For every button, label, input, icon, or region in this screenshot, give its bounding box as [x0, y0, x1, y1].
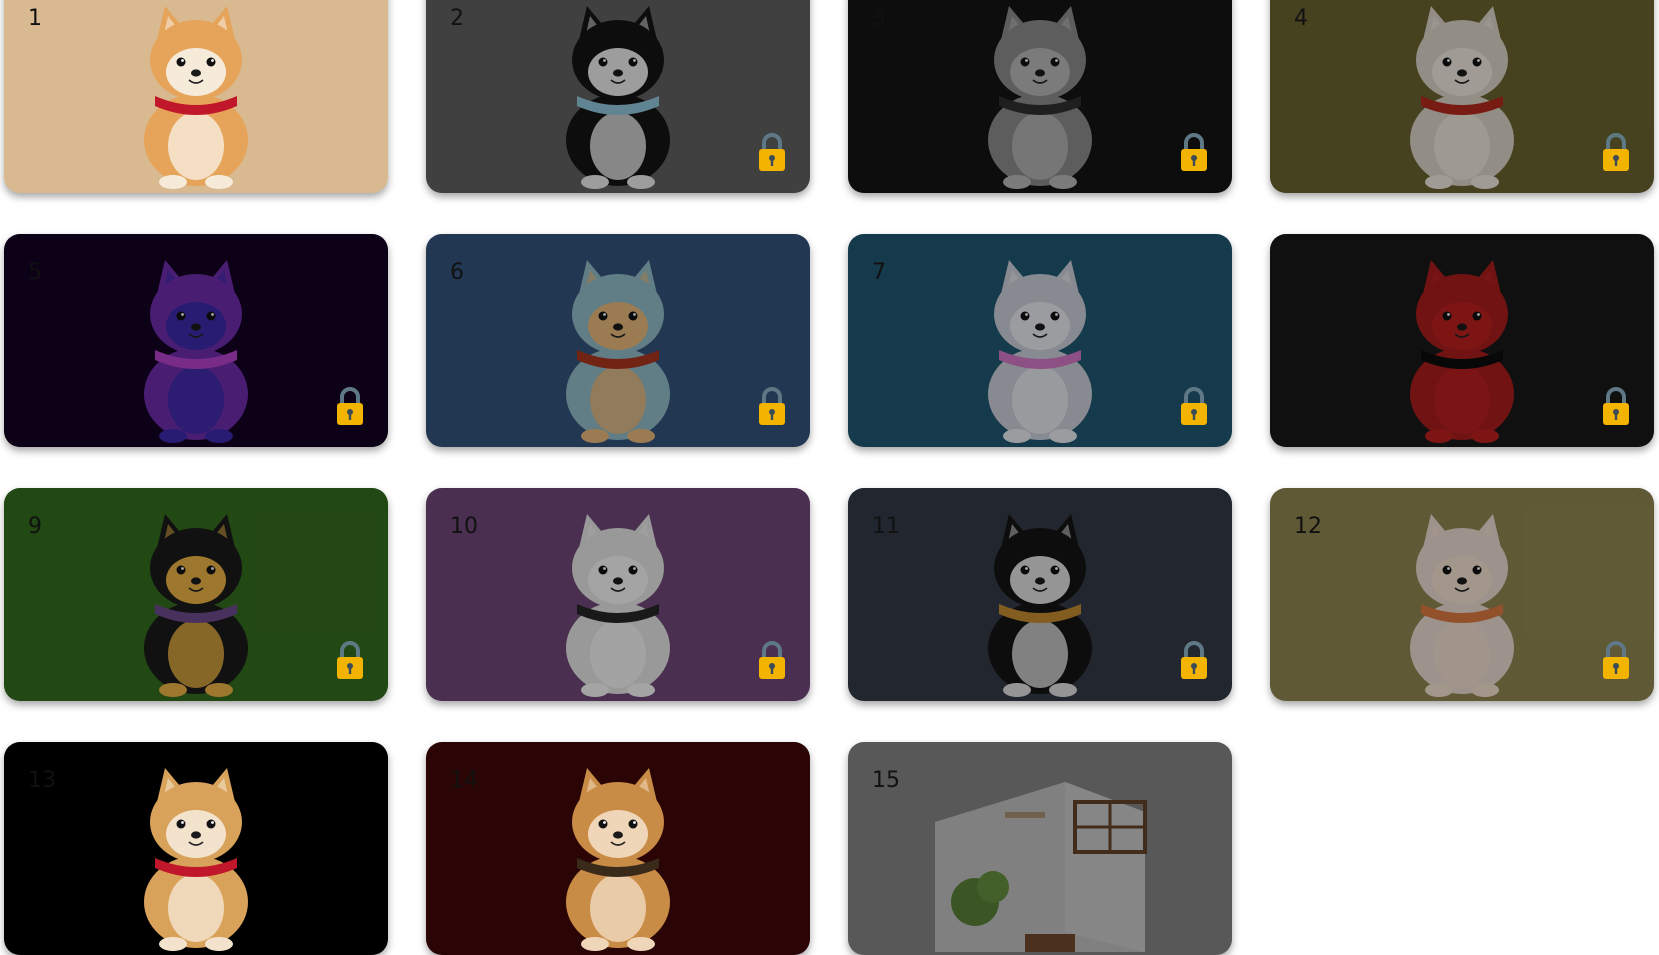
skin-card-10[interactable]: 10	[426, 488, 810, 701]
skin-card-number: 2	[450, 6, 464, 31]
skin-card-number: 6	[450, 260, 464, 285]
skin-card-2[interactable]: 2	[426, 0, 810, 193]
skin-card-12[interactable]: 12	[1270, 488, 1654, 701]
dog-figure-image	[975, 254, 1105, 444]
dog-figure-image	[553, 0, 683, 190]
dog-figure-image	[131, 254, 261, 444]
skin-card-number: 14	[450, 768, 478, 793]
skin-card-6[interactable]: 6	[426, 234, 810, 447]
skin-grid: 1 2 3 4 5 6 7 8 9 10 11 12 13 14 15	[4, 0, 1654, 955]
lock-icon	[756, 131, 788, 173]
dog-figure-image	[553, 762, 683, 952]
lock-icon	[334, 385, 366, 427]
lock-icon	[1178, 131, 1210, 173]
lock-icon	[1600, 131, 1632, 173]
lock-icon	[1178, 385, 1210, 427]
skin-card-5[interactable]: 5	[4, 234, 388, 447]
skin-card-number: 15	[872, 768, 900, 793]
skin-card-number: 7	[872, 260, 886, 285]
skin-card-4[interactable]: 4	[1270, 0, 1654, 193]
lock-icon	[1178, 639, 1210, 681]
dog-figure-image	[131, 762, 261, 952]
skin-card-number: 8	[1294, 260, 1308, 285]
dog-figure-image	[1397, 508, 1527, 698]
lock-icon	[1600, 385, 1632, 427]
dog-figure-image	[975, 508, 1105, 698]
skin-card-number: 11	[872, 514, 900, 539]
dog-figure-image	[131, 508, 261, 698]
room-scene-image	[915, 762, 1165, 952]
dog-figure-image	[975, 0, 1105, 190]
skin-card-8[interactable]: 8	[1270, 234, 1654, 447]
skin-card-1[interactable]: 1	[4, 0, 388, 193]
lock-icon	[756, 639, 788, 681]
skin-card-3[interactable]: 3	[848, 0, 1232, 193]
dog-figure-image	[1397, 0, 1527, 190]
skin-card-number: 1	[28, 6, 42, 31]
dog-figure-image	[1397, 254, 1527, 444]
skin-card-number: 3	[872, 6, 886, 31]
skin-card-number: 10	[450, 514, 478, 539]
dog-figure-image	[553, 254, 683, 444]
dog-figure-image	[131, 0, 261, 190]
skin-card-number: 9	[28, 514, 42, 539]
skin-card-number: 5	[28, 260, 42, 285]
skin-card-number: 4	[1294, 6, 1308, 31]
skin-card-11[interactable]: 11	[848, 488, 1232, 701]
lock-icon	[1600, 639, 1632, 681]
skin-card-7[interactable]: 7	[848, 234, 1232, 447]
lock-icon	[334, 639, 366, 681]
skin-card-number: 13	[28, 768, 56, 793]
dog-figure-image	[553, 508, 683, 698]
skin-card-9[interactable]: 9	[4, 488, 388, 701]
skin-card-number: 12	[1294, 514, 1322, 539]
lock-icon	[756, 385, 788, 427]
